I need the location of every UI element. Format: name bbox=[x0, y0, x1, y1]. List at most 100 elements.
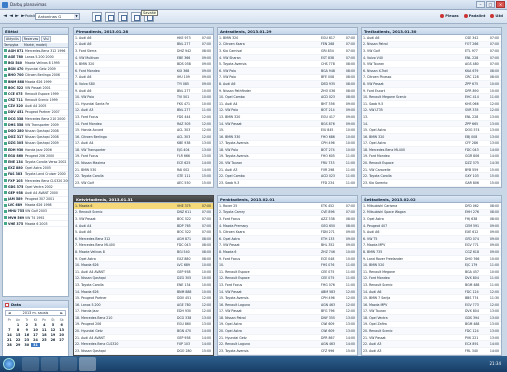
appointment-row[interactable]: 4. VW Sharan EST 838 07:00 bbox=[218, 54, 357, 62]
appointment-row[interactable]: 2. Mitsubishi Space Wagon EHH 276 08:00 bbox=[362, 209, 501, 217]
appointment-row[interactable]: 5. Audi A6 EXE 612 09:00 bbox=[362, 229, 501, 236]
appointment-row[interactable]: 16. Renault Laguna AGN 463 12:00 bbox=[218, 301, 357, 309]
appointment-row[interactable]: 1. Mazda 6 VHE 375 07:00 bbox=[74, 203, 213, 210]
calendar-day[interactable]: 11 bbox=[40, 328, 49, 332]
month-view-icon[interactable] bbox=[131, 12, 141, 22]
appointment-row[interactable]: 22. Renault Laguna AGN 463 14:00 bbox=[218, 341, 357, 349]
appointment-row[interactable]: 17. VW Passat BFG 796 12:00 bbox=[218, 309, 357, 316]
appointment-row[interactable]: 19. Ford Focus FLR 666 13:00 bbox=[74, 154, 213, 161]
workweek-view-icon[interactable] bbox=[118, 12, 128, 22]
day-view-icon[interactable] bbox=[92, 12, 102, 22]
appointment-row[interactable]: 11. Audi A4 BHT 356 09:00 bbox=[218, 101, 357, 108]
appointment-row[interactable]: 9. Nissan Pathfinder ZHO 036 08:00 bbox=[218, 88, 357, 95]
appointment-row[interactable]: 18. VW Polo BOT 274 10:00 bbox=[218, 147, 357, 154]
appointment-row[interactable]: 9. Ford Focus ECE 048 10:00 bbox=[218, 256, 357, 263]
exit-button[interactable]: Užd bbox=[490, 14, 503, 18]
appointment-row[interactable]: 22. Audi A3 ECX 891 14:00 bbox=[362, 341, 501, 349]
appointment-row[interactable]: 7. Audi A6 IHU 109 09:00 bbox=[74, 75, 213, 82]
appointment-row[interactable]: 6. VW Polo BGA 948 08:00 bbox=[218, 67, 357, 75]
appointment-row[interactable]: 10. BMW 520 EJC 179 11:00 bbox=[362, 262, 501, 269]
clock[interactable]: 21:34 bbox=[489, 361, 501, 366]
prev-month-icon[interactable]: ◄ bbox=[8, 311, 11, 315]
appointment-row[interactable]: 14. Audi A6 FDC 124 12:00 bbox=[362, 288, 501, 296]
col-model[interactable]: Markė, modelį bbox=[23, 43, 48, 47]
appointment-row[interactable]: 12. Renault Espace CEE 075 11:00 bbox=[218, 275, 357, 283]
calendar-day[interactable]: 30 bbox=[22, 343, 31, 347]
appointment-row[interactable]: 23. Nissan Qashqai DGO 280 15:00 bbox=[74, 348, 213, 355]
appointment-row[interactable]: 5. Toyota Avensis CHS 778 08:00 bbox=[218, 61, 357, 68]
appointment-row[interactable]: 16. Citroen Berlingo ACL 303 12:00 bbox=[74, 133, 213, 141]
appointment-row[interactable]: 24. VW CaddyDHP 87111:30 bbox=[218, 186, 357, 187]
calendar-day[interactable]: 20 bbox=[57, 333, 66, 337]
appointment-row[interactable]: 12. Audi A3 BNL 277 11:00 bbox=[74, 107, 213, 115]
appointment-row[interactable]: 11. Renault Megane BGA 457 10:00 bbox=[362, 269, 501, 276]
calendar-day[interactable]: 16 bbox=[22, 333, 31, 337]
appointment-row[interactable]: 6. Mercedes Benz 312 AGH 871 08:00 bbox=[74, 235, 213, 243]
appointment-row[interactable]: 23. Kia Sorento GAR 806 15:00 bbox=[362, 180, 501, 187]
appointment-row[interactable]: 15. Opel Astra DOG 574 13:00 bbox=[362, 127, 501, 134]
appointment-row[interactable]: 22. Toyota Corolla GTE 111 15:00 bbox=[74, 173, 213, 181]
appointment-row[interactable]: 21. Hyundai Getz DFR 867 14:00 bbox=[218, 335, 357, 342]
appointment-row[interactable]: 13. Ford Focus FDS 444 12:00 bbox=[74, 114, 213, 121]
appointment-row[interactable]: 20. Hyundai Getz BGN 470 14:00 bbox=[74, 328, 213, 335]
appointment-row[interactable]: 4. Audi A4 BDP 765 07:00 bbox=[74, 222, 213, 230]
appointment-row[interactable]: 16. Mazda MPV EGV 773 12:00 bbox=[362, 301, 501, 309]
appointment-row[interactable]: 8. VW Passat ZPP 675 10:00 bbox=[362, 81, 501, 88]
refresh-button[interactable]: Pieuas bbox=[440, 14, 459, 18]
appointment-row[interactable]: 5. BMW 320 BDS 058 09:00 bbox=[74, 61, 213, 68]
appointment-row[interactable]: 14. VW Passat BGS 876 09:00 bbox=[218, 120, 357, 128]
appointment-row[interactable]: 18. Mercedes Benz 210 DCG 338 13:00 bbox=[74, 315, 213, 322]
appointment-row[interactable]: 12. VW LT35 SVR 335 12:00 bbox=[362, 107, 501, 115]
calendar-day[interactable]: 3 bbox=[31, 323, 40, 327]
calendar-day[interactable]: 25 bbox=[40, 338, 49, 342]
calendar-day[interactable]: 17 bbox=[31, 333, 40, 337]
division-select[interactable]: Antoninas G ▼ bbox=[35, 13, 80, 20]
appointment-row[interactable]: 10. Renault Megane Scenic EHC 414 11:00 bbox=[362, 94, 501, 101]
appointment-row[interactable]: 3. Ford Focus AZZ 338 08:00 bbox=[218, 216, 357, 223]
start-button[interactable] bbox=[3, 358, 15, 370]
appointment-row[interactable]: 5. VW Touran AGS 480 07:00 bbox=[362, 61, 501, 68]
appointment-row[interactable]: 16. Lanos 5.200 AGE 780 12:00 bbox=[74, 301, 213, 309]
calendar-day[interactable]: 23 bbox=[22, 338, 31, 342]
appointment-row[interactable]: 19. Ford Mondeo GGR 806 14:00 bbox=[362, 154, 501, 161]
appointment-row[interactable]: 6. VW T5 GFD 074 09:00 bbox=[362, 235, 501, 243]
calendar-day[interactable]: 7 bbox=[5, 328, 14, 332]
appointment-row[interactable]: 23. VW Golf AEC 550 15:00 bbox=[74, 180, 213, 187]
calendar-day[interactable]: 29 bbox=[14, 343, 23, 347]
close-window-button[interactable]: × bbox=[496, 1, 505, 8]
appointment-row[interactable]: 4. Peugeot 407 CEM 591 09:00 bbox=[362, 222, 501, 230]
appointment-row[interactable]: 9. Audi A6 BNL 277 10:00 bbox=[74, 88, 213, 95]
week-view-icon[interactable] bbox=[105, 12, 115, 22]
appointment-row[interactable]: 17. Honda Jazz EDH 930 12:00 bbox=[74, 309, 213, 316]
appointment-row[interactable]: 7. Mercedes Benz ML400 FDC 043 08:00 bbox=[74, 243, 213, 250]
appointment-row[interactable]: 1. BMW 320 EGU 617 07:00 bbox=[218, 35, 357, 42]
appointment-row[interactable]: 4. Mazda Premacy GEG 650 08:00 bbox=[218, 222, 357, 230]
maximize-button[interactable]: □ bbox=[486, 1, 495, 8]
appointment-row[interactable]: 21. Audi A4 AVANT GEP 958 14:00 bbox=[74, 335, 213, 342]
appointment-row[interactable]: 15. Honda Accord ACL 303 12:00 bbox=[74, 127, 213, 134]
appointment-row[interactable]: 18. Mercedes Benz ML400 FDC 043 14:00 bbox=[362, 147, 501, 154]
calendar-day[interactable]: 4 bbox=[40, 323, 49, 327]
calendar-day[interactable]: 14 bbox=[5, 333, 14, 337]
appointment-row[interactable]: 14. VW Passat ABM 583 12:00 bbox=[218, 288, 357, 296]
appointment-row[interactable]: 12. VW Polo BOT 214 09:00 bbox=[218, 107, 357, 115]
appointment-row[interactable]: 16. BMW 320 EBJ 008 13:00 bbox=[362, 133, 501, 141]
calendar-day[interactable]: 15 bbox=[14, 333, 23, 337]
appointment-row[interactable]: 1. Audi A6 CSE 342 07:00 bbox=[362, 35, 501, 42]
appointment-row[interactable]: 2. Nissan Patrol FOT 266 07:00 bbox=[362, 41, 501, 49]
appointment-row[interactable]: 20. Renault Espace DZZ 575 14:30 bbox=[362, 160, 501, 167]
appointment-row[interactable]: 12. Nissan Qashqai DZG 305 10:00 bbox=[74, 275, 213, 283]
appointment-row[interactable]: 18. VW Transporter EJG 404 13:00 bbox=[74, 147, 213, 154]
appointment-row[interactable]: 17. Audi A4 KBE 938 13:00 bbox=[74, 141, 213, 148]
appointment-row[interactable]: 8. BMW 735 CGZ 618 09:00 bbox=[362, 249, 501, 256]
calendar-day[interactable]: 21 bbox=[5, 338, 14, 342]
appointment-row[interactable]: 8. Audi A6 DED 935 08:00 bbox=[218, 81, 357, 88]
calendar-day[interactable]: 2 bbox=[22, 323, 31, 327]
appointment-row[interactable]: 6. Opel Astra ETH 133 09:00 bbox=[218, 235, 357, 243]
appointment-row[interactable]: 2. Audi A6 BNL 277 07:00 bbox=[74, 41, 213, 49]
appointment-row[interactable]: 19. Toyota Avensis FHO 605 11:00 bbox=[218, 154, 357, 161]
appointment-row[interactable]: 11. Hyundai Santa Fe FKS 471 10:00 bbox=[74, 101, 213, 108]
calendar-day[interactable]: 19 bbox=[49, 333, 58, 337]
calendar-day[interactable]: 12 bbox=[49, 328, 58, 332]
col-plate[interactable]: Tampyba bbox=[3, 43, 23, 47]
